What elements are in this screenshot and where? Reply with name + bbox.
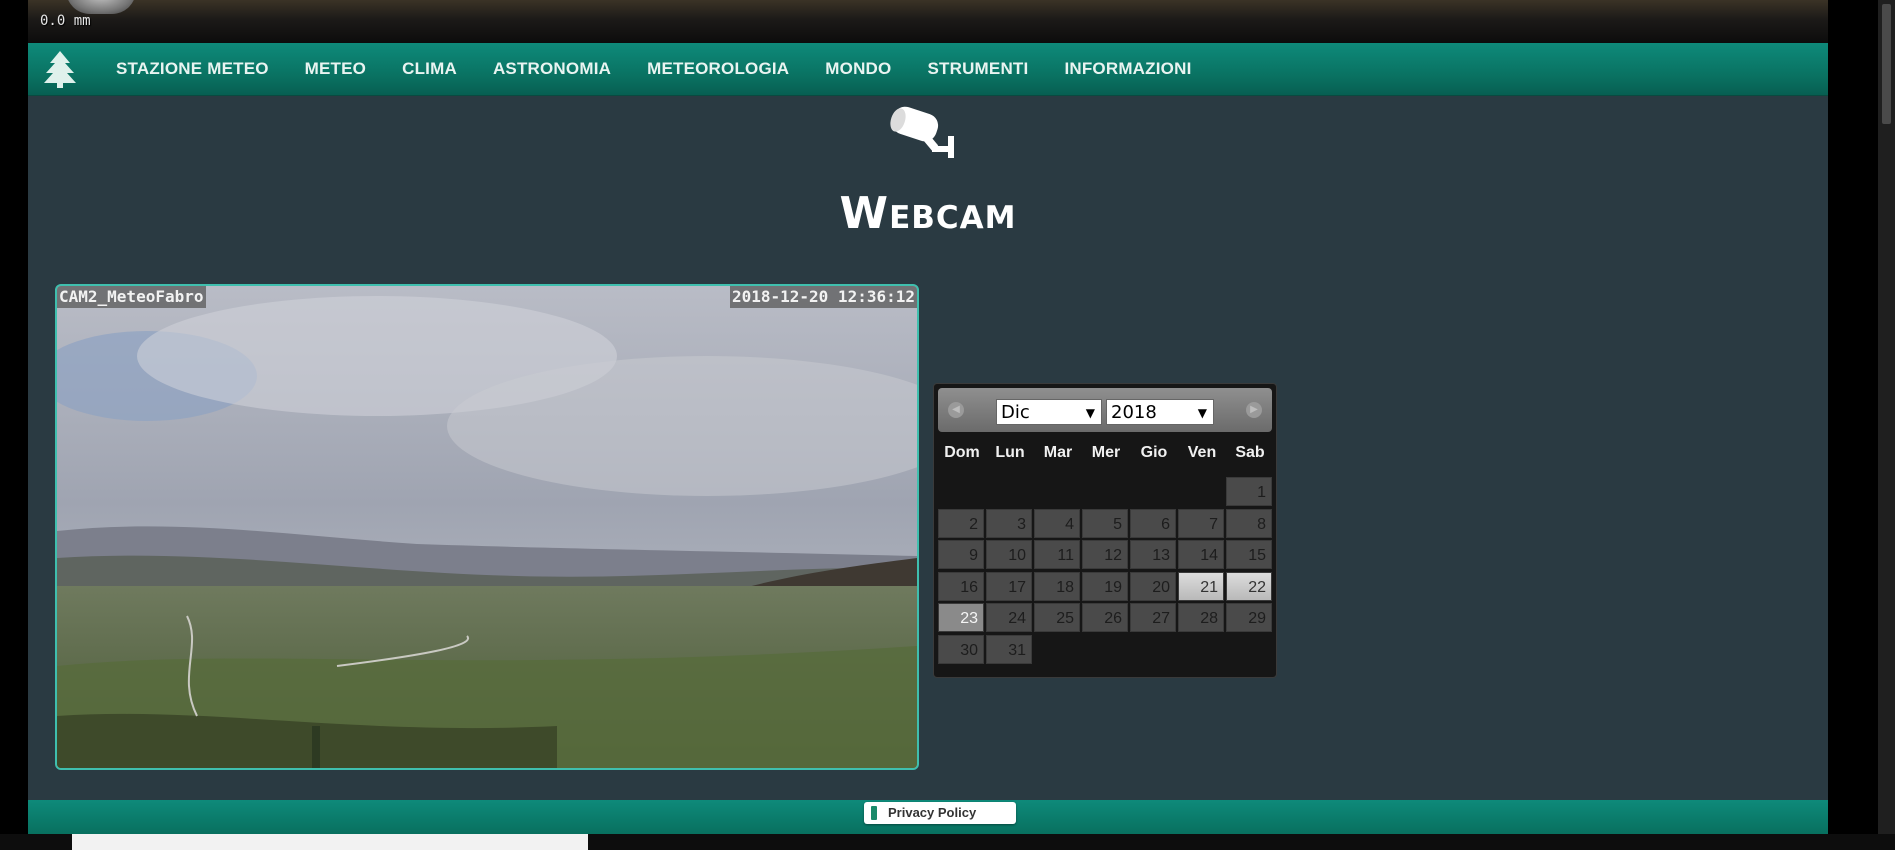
prev-month-button[interactable]: ◀ [948, 402, 964, 418]
nav-item-meteorologia[interactable]: METEOROLOGIA [647, 59, 789, 79]
camera-name-overlay: CAM2_MeteoFabro [57, 286, 206, 308]
month-select[interactable]: Dic ▼ [996, 399, 1102, 425]
calendar-day[interactable]: 6 [1130, 508, 1176, 538]
year-select-value: 2018 [1111, 402, 1157, 423]
nav-item-strumenti[interactable]: STRUMENTI [927, 59, 1028, 79]
calendar-day[interactable]: 18 [1034, 571, 1080, 601]
weekday-label: Ven [1187, 444, 1217, 461]
camera-timestamp-overlay: 2018-12-20 12:36:12 [729, 286, 917, 308]
year-select[interactable]: 2018 ▼ [1106, 399, 1214, 425]
calendar-day[interactable]: 27 [1130, 603, 1176, 632]
calendar-day[interactable]: 26 [1082, 603, 1128, 632]
nav-menu: STAZIONE METEO METEO CLIMA ASTRONOMIA ME… [116, 43, 1228, 95]
calendar-day[interactable]: 19 [1082, 571, 1128, 601]
weekday-label: Mar [1043, 444, 1073, 461]
privacy-policy-button[interactable]: Privacy Policy [864, 802, 1016, 824]
calendar-day[interactable]: 23 [938, 603, 984, 632]
banner-globe [66, 0, 136, 14]
main-navbar: STAZIONE METEO METEO CLIMA ASTRONOMIA ME… [28, 43, 1828, 96]
calendar-day[interactable]: 14 [1178, 540, 1224, 569]
weekday-label: Dom [944, 444, 980, 461]
pine-tree-icon[interactable] [42, 49, 78, 89]
calendar-day[interactable]: 17 [986, 571, 1032, 601]
calendar-day[interactable]: 16 [938, 571, 984, 601]
calendar-day[interactable]: 15 [1226, 540, 1272, 569]
calendar-day[interactable]: 8 [1226, 508, 1272, 538]
calendar-day[interactable]: 13 [1130, 540, 1176, 569]
calendar-day[interactable]: 31 [986, 634, 1032, 664]
nav-item-informazioni[interactable]: INFORMAZIONI [1064, 59, 1191, 79]
calendar-header: ◀ Dic ▼ 2018 ▼ ▶ [938, 388, 1272, 432]
weekday-label: Gio [1140, 444, 1168, 461]
calendar-day[interactable]: 12 [1082, 540, 1128, 569]
iubenda-icon [871, 806, 877, 820]
date-picker-calendar: ◀ Dic ▼ 2018 ▼ ▶ Dom Lun Mar Mer Gio Ven… [933, 383, 1277, 678]
calendar-day[interactable]: 22 [1226, 571, 1272, 601]
calendar-day[interactable]: 28 [1178, 603, 1224, 632]
calendar-day[interactable]: 25 [1034, 603, 1080, 632]
calendar-day[interactable]: 2 [938, 508, 984, 538]
top-banner: 0.0 mm [28, 0, 1828, 43]
calendar-day[interactable]: 11 [1034, 540, 1080, 569]
nav-item-mondo[interactable]: MONDO [825, 59, 891, 79]
month-select-value: Dic [1001, 402, 1030, 423]
calendar-day[interactable]: 21 [1178, 571, 1224, 601]
taskbar-search-box[interactable] [72, 834, 588, 850]
weekday-label: Lun [995, 444, 1025, 461]
rain-readout: 0.0 mm [40, 13, 91, 29]
weekday-header-row: Dom Lun Mar Mer Gio Ven Sab [938, 444, 1274, 462]
chevron-down-icon: ▼ [1085, 406, 1095, 420]
calendar-day[interactable]: 7 [1178, 508, 1224, 538]
weekday-label: Mer [1091, 444, 1121, 461]
nav-item-stazione-meteo[interactable]: STAZIONE METEO [116, 59, 269, 79]
privacy-policy-label: Privacy Policy [888, 805, 977, 820]
vertical-scrollbar[interactable] [1878, 0, 1895, 834]
nav-item-clima[interactable]: CLIMA [402, 59, 457, 79]
calendar-day[interactable]: 4 [1034, 508, 1080, 538]
calendar-day[interactable]: 9 [938, 540, 984, 569]
nav-item-meteo[interactable]: METEO [305, 59, 366, 79]
calendar-day[interactable]: 1 [1226, 477, 1272, 506]
calendar-day[interactable]: 5 [1082, 508, 1128, 538]
calendar-day[interactable]: 3 [986, 508, 1032, 538]
webcam-image[interactable]: CAM2_MeteoFabro 2018-12-20 12:36:12 [55, 284, 919, 770]
calendar-day[interactable]: 24 [986, 603, 1032, 632]
chevron-down-icon: ▼ [1197, 406, 1207, 420]
scrollbar-thumb[interactable] [1882, 4, 1891, 124]
next-month-button[interactable]: ▶ [1246, 402, 1262, 418]
page-title: Webcam [839, 188, 1017, 239]
calendar-day[interactable]: 30 [938, 634, 984, 664]
security-camera-icon [886, 104, 966, 164]
calendar-day[interactable]: 20 [1130, 571, 1176, 601]
os-taskbar [0, 834, 1895, 850]
weekday-label: Sab [1235, 444, 1265, 461]
calendar-day[interactable]: 10 [986, 540, 1032, 569]
calendar-day[interactable]: 29 [1226, 603, 1272, 632]
page-body: 0.0 mm STAZIONE METEO METEO CLIMA ASTRON… [28, 0, 1828, 834]
nav-item-astronomia[interactable]: ASTRONOMIA [493, 59, 611, 79]
